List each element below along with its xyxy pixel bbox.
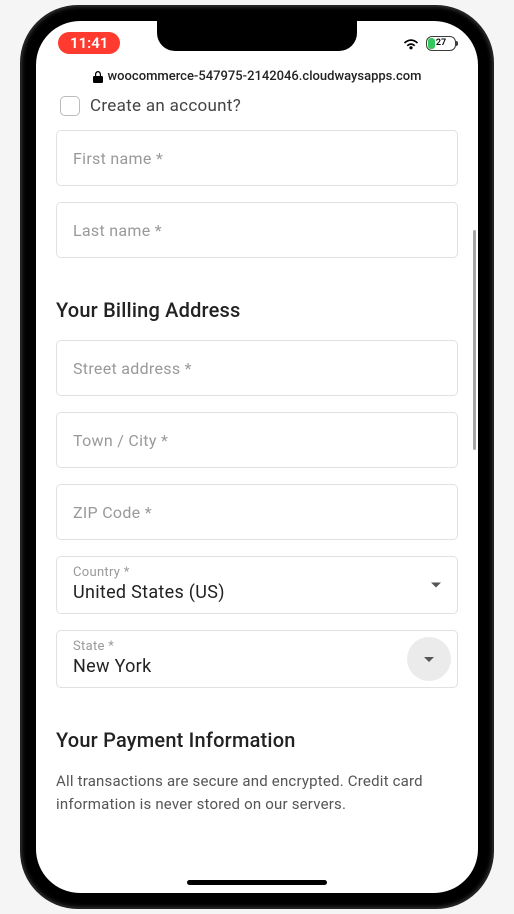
city-placeholder: Town / City *	[73, 431, 168, 450]
phone-screen: 11:41 27 woocommerce-547975-2142046.clou…	[36, 21, 478, 893]
state-select[interactable]: State * New York	[56, 630, 458, 688]
payment-description: All transactions are secure and encrypte…	[56, 770, 458, 815]
street-address-field[interactable]: Street address *	[56, 340, 458, 396]
lock-icon	[93, 71, 103, 83]
last-name-placeholder: Last name *	[73, 221, 162, 240]
battery-icon: 27	[426, 36, 456, 51]
state-label: State *	[73, 639, 441, 654]
zip-field[interactable]: ZIP Code *	[56, 484, 458, 540]
zip-placeholder: ZIP Code *	[73, 503, 152, 522]
billing-title: Your Billing Address	[56, 298, 458, 322]
city-field[interactable]: Town / City *	[56, 412, 458, 468]
create-account-label: Create an account?	[90, 96, 241, 116]
page-content[interactable]: Create an account? First name * Last nam…	[36, 90, 478, 893]
time-indicator: 11:41	[58, 32, 120, 54]
scroll-indicator[interactable]	[473, 230, 476, 450]
first-name-field[interactable]: First name *	[56, 130, 458, 186]
battery-percent: 27	[436, 38, 446, 48]
wifi-icon	[402, 37, 420, 50]
chevron-down-icon	[431, 583, 441, 588]
status-icons: 27	[402, 36, 456, 51]
home-indicator[interactable]	[187, 880, 327, 885]
street-placeholder: Street address *	[73, 359, 192, 378]
country-select[interactable]: Country * United States (US)	[56, 556, 458, 614]
country-value: United States (US)	[73, 582, 225, 603]
phone-frame: 11:41 27 woocommerce-547975-2142046.clou…	[22, 7, 492, 907]
payment-title: Your Payment Information	[56, 728, 458, 752]
create-account-row[interactable]: Create an account?	[56, 90, 458, 130]
last-name-field[interactable]: Last name *	[56, 202, 458, 258]
country-label: Country *	[73, 565, 441, 580]
chevron-down-icon	[407, 637, 451, 681]
create-account-checkbox[interactable]	[60, 96, 80, 116]
notch	[157, 21, 357, 51]
state-value: New York	[73, 656, 152, 677]
url-text: woocommerce-547975-2142046.cloudwaysapps…	[108, 69, 422, 84]
first-name-placeholder: First name *	[73, 149, 163, 168]
url-bar[interactable]: woocommerce-547975-2142046.cloudwaysapps…	[36, 65, 478, 90]
battery-fill	[428, 38, 435, 49]
